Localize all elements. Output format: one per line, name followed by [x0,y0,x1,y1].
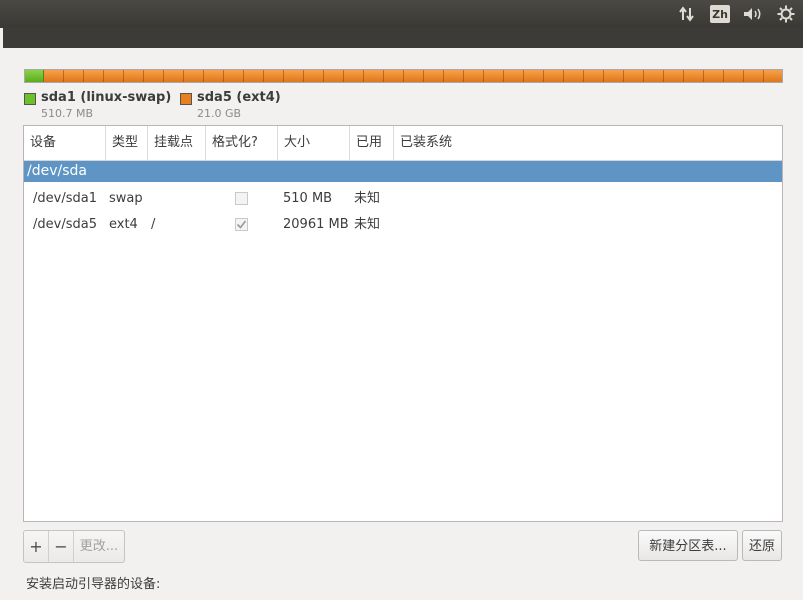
format-checkbox[interactable] [235,192,248,205]
volume-icon[interactable] [740,0,766,28]
device-cell: /dev/sda5 [33,217,97,232]
device-cell: /dev/sda1 [33,191,97,206]
type-cell: swap [109,191,143,206]
legend-size: 21.0 GB [197,107,242,120]
bootloader-device-label: 安装启动引导器的设备: [26,577,161,592]
window-titlebar [3,28,803,48]
partition-segment-sda1 [25,70,44,82]
legend-size: 510.7 MB [41,107,94,120]
new-partition-table-button[interactable]: 新建分区表... [638,530,738,561]
legend-name: sda1 (linux-swap) [41,90,172,105]
partition-editor: sda1 (linux-swap) 510.7 MB sda5 (ext4) 2… [3,48,803,600]
device-cell: /dev/sda [27,163,87,179]
table-header: 设备 类型 挂载点 格式化? 大小 已用 已装系统 [24,126,782,161]
input-method-indicator[interactable]: Zh [709,0,731,28]
legend-swatch-green [24,93,36,105]
remove-partition-button[interactable]: − [49,531,74,562]
column-header-type[interactable]: 类型 [106,126,148,160]
add-partition-button[interactable]: + [24,531,49,562]
column-header-size[interactable]: 大小 [278,126,350,160]
size-cell: 20961 MB [283,217,349,232]
revert-button[interactable]: 还原 [742,530,782,561]
format-checkbox-checked[interactable] [235,218,248,231]
top-panel: Zh [0,0,803,28]
legend-name: sda5 (ext4) [197,90,281,105]
partition-segment-sda5 [44,70,782,82]
used-cell: 未知 [354,191,381,206]
used-cell: 未知 [354,217,381,232]
check-icon [236,220,247,229]
column-header-mount[interactable]: 挂载点 [148,126,206,160]
network-icon[interactable] [676,0,698,28]
partition-bar [24,69,783,83]
type-cell: ext4 [109,217,138,232]
ime-label: Zh [710,5,730,23]
partition-table: 设备 类型 挂载点 格式化? 大小 已用 已装系统 /dev/sda /dev/… [23,125,783,522]
column-header-device[interactable]: 设备 [24,126,106,160]
column-header-format[interactable]: 格式化? [206,126,278,160]
mount-cell: / [151,217,156,232]
table-row[interactable]: /dev/sda5 ext4 / 20961 MB 未知 [24,212,782,238]
column-header-used[interactable]: 已用 [350,126,394,160]
gear-icon[interactable] [775,0,797,28]
column-header-system[interactable]: 已装系统 [394,126,782,160]
legend-swatch-orange [180,93,192,105]
table-row[interactable]: /dev/sda1 swap 510 MB 未知 [24,186,782,212]
partition-actions: + − 更改... [23,530,125,563]
table-row-disk[interactable]: /dev/sda [24,161,782,182]
size-cell: 510 MB [283,191,333,206]
change-partition-button[interactable]: 更改... [74,531,124,562]
